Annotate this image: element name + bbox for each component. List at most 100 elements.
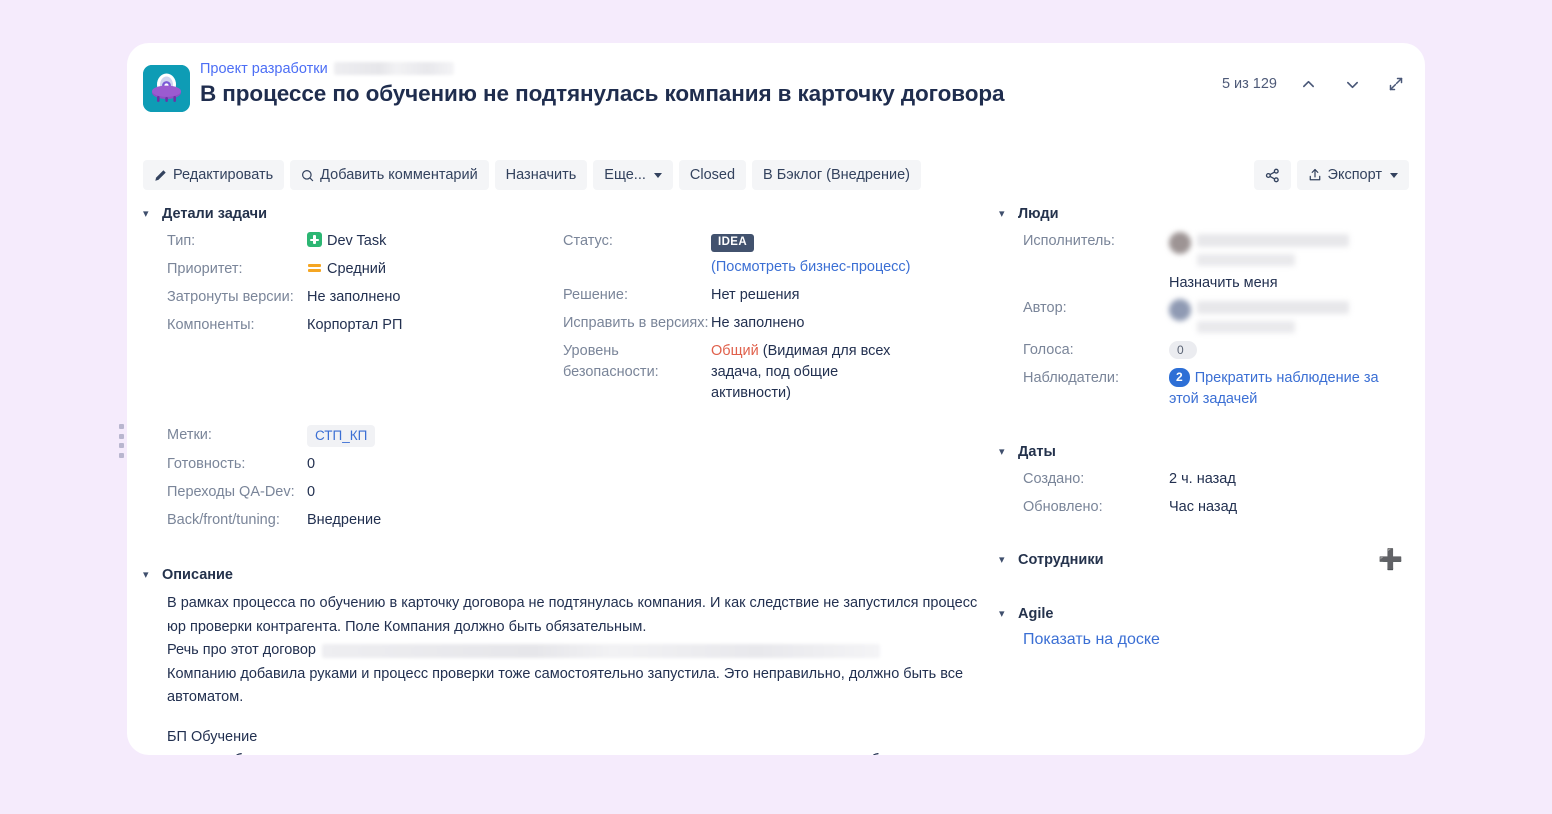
field-votes-label: Голоса: <box>1023 342 1074 358</box>
agile-links: Показать на доске <box>999 631 1409 649</box>
chevron-up-icon[interactable] <box>1295 71 1321 97</box>
toolbar-secondary-actions: Экспорт <box>1253 160 1409 190</box>
field-affects-versions-label: Затронуты версии: <box>167 289 294 305</box>
stop-watching-link[interactable]: Прекратить наблюдение за этой задачей <box>1169 370 1379 407</box>
description-section-title: Описание <box>162 567 233 584</box>
field-author-label: Автор: <box>1023 300 1067 316</box>
details-extra-fields: Метки: СТП_КП Готовность: 0 Переходы QA-… <box>143 425 983 531</box>
edit-button[interactable]: Редактировать <box>143 160 285 190</box>
share-button[interactable] <box>1253 160 1291 190</box>
assign-button-label: Назначить <box>505 167 577 183</box>
field-fix-versions-label: Исправить в версиях: <box>563 315 709 331</box>
field-resolution: Решение: Нет решения <box>563 285 983 306</box>
employees-header-left: ▾ Сотрудники <box>999 552 1104 568</box>
field-votes-value: 0 <box>1169 340 1409 361</box>
field-priority-text: Средний <box>327 261 386 277</box>
add-comment-button-label: Добавить комментарий <box>320 167 478 183</box>
assign-me-spacer <box>999 273 1169 294</box>
field-security-level-value: Общий (Видимая для всех задача, под общи… <box>711 341 911 404</box>
transition-backlog-button[interactable]: В Бэклог (Внедрение) <box>752 160 921 190</box>
dates-section: ▾ Даты Создано: 2 ч. назад Обновлено: Ча… <box>999 444 1409 518</box>
pencil-icon <box>154 169 167 182</box>
field-author: Автор: <box>999 298 1409 340</box>
chevron-down-icon[interactable] <box>1339 71 1365 97</box>
field-priority-value: Средний <box>307 259 563 280</box>
avatar <box>1169 232 1191 254</box>
issue-navigation: 5 из 129 <box>1222 71 1409 97</box>
field-back-front-tuning-value: Внедрение <box>307 512 382 529</box>
field-priority-label: Приоритет: <box>167 261 243 277</box>
field-qa-dev-transitions: Переходы QA-Dev: 0 <box>143 482 563 503</box>
edit-button-label: Редактировать <box>173 167 274 183</box>
more-actions-button[interactable]: Еще... <box>593 160 673 190</box>
redacted-meta-line <box>1197 254 1295 266</box>
agile-section-header[interactable]: ▾ Agile <box>999 606 1409 622</box>
chevron-down-icon[interactable]: ▾ <box>999 208 1009 220</box>
description-contract-line: Речь про этот договор <box>167 639 983 663</box>
field-labels-label: Метки: <box>167 427 212 443</box>
drag-dot <box>119 443 124 449</box>
assign-button[interactable]: Назначить <box>494 160 588 190</box>
view-business-process-link[interactable]: (Посмотреть бизнес-процесс) <box>711 259 911 275</box>
transition-closed-label: Closed <box>689 167 736 183</box>
priority-medium-icon <box>307 260 322 275</box>
field-watchers-label: Наблюдатели: <box>1023 370 1120 386</box>
field-watchers-value: 2 Прекратить наблюдение за этой задачей <box>1169 368 1409 410</box>
field-type: Тип: Dev Task <box>143 231 563 252</box>
watchers-count-badge: 2 <box>1169 368 1190 387</box>
project-breadcrumb[interactable]: Проект разработки <box>200 61 454 77</box>
field-type-label: Тип: <box>167 233 196 249</box>
export-button[interactable]: Экспорт <box>1296 160 1409 190</box>
field-qa-dev-transitions-label: Переходы QA-Dev: <box>167 484 295 501</box>
dates-section-header[interactable]: ▾ Даты <box>999 444 1409 460</box>
field-fix-versions: Исправить в версиях: Не заполнено <box>563 313 983 334</box>
field-type-value: Dev Task <box>307 231 563 252</box>
chevron-down-icon[interactable]: ▾ <box>143 569 153 581</box>
details-section-header[interactable]: ▾ Детали задачи <box>143 206 983 222</box>
chevron-down-icon[interactable]: ▾ <box>999 554 1009 566</box>
field-created-label: Создано: <box>1023 471 1085 487</box>
show-on-board-link[interactable]: Показать на доске <box>1023 631 1160 648</box>
employees-section-header[interactable]: ▾ Сотрудники ➕ <box>999 550 1409 570</box>
people-section-header[interactable]: ▾ Люди <box>999 206 1409 222</box>
field-components-value[interactable]: Корпортал РП <box>307 315 563 336</box>
expand-diagonal-icon[interactable] <box>1383 71 1409 97</box>
transition-closed-button[interactable]: Closed <box>678 160 747 190</box>
add-comment-button[interactable]: Добавить комментарий <box>290 160 489 190</box>
issue-main-column: ▾ Детали задачи Тип: Dev Task Приоритет: <box>143 206 983 755</box>
field-readiness: Готовность: 0 <box>143 454 563 475</box>
panel-drag-handle[interactable] <box>118 424 125 458</box>
plus-icon[interactable]: ➕ <box>1378 550 1409 570</box>
field-type-text: Dev Task <box>327 233 387 249</box>
assign-me-link[interactable]: Назначить меня <box>1169 273 1409 294</box>
field-affects-versions-value: Не заполнено <box>307 289 401 305</box>
field-assignee-value <box>1169 231 1409 273</box>
comment-icon <box>301 169 314 182</box>
people-section: ▾ Люди Исполнитель: Назначить меня Автор… <box>999 206 1409 410</box>
description-section-header[interactable]: ▾ Описание <box>143 567 983 583</box>
label-tag[interactable]: СТП_КП <box>307 425 376 448</box>
field-created-value: 2 ч. назад <box>1169 471 1236 487</box>
details-column-left: Тип: Dev Task Приоритет: Средний Затрону… <box>143 231 563 411</box>
chevron-down-icon <box>1390 172 1398 178</box>
field-resolution-value: Нет решения <box>711 287 800 303</box>
employees-section: ▾ Сотрудники ➕ <box>999 550 1409 570</box>
project-label-text: Проект разработки <box>200 61 328 77</box>
drag-dot <box>119 433 124 439</box>
assign-me-row: Назначить меня <box>999 273 1409 294</box>
field-security-level-label: Уровень безопасности: <box>563 343 659 380</box>
field-labels: Метки: СТП_КП <box>143 425 563 448</box>
description-contract-text: Речь про этот договор <box>167 642 316 659</box>
chevron-down-icon[interactable]: ▾ <box>999 608 1009 620</box>
chevron-down-icon[interactable]: ▾ <box>143 208 153 220</box>
description-paragraph: БП Обучение <box>167 728 258 745</box>
ufo-project-logo-icon <box>143 65 190 112</box>
issue-toolbar: Редактировать Добавить комментарий Назна… <box>143 160 1409 190</box>
redacted-name-line <box>1197 234 1349 247</box>
description-body: В рамках процесса по обучению в карточку… <box>143 592 983 755</box>
share-icon <box>1265 168 1280 183</box>
issue-card: Проект разработки В процессе по обучению… <box>127 43 1425 755</box>
dev-task-icon <box>307 232 322 247</box>
chevron-down-icon[interactable]: ▾ <box>999 446 1009 458</box>
